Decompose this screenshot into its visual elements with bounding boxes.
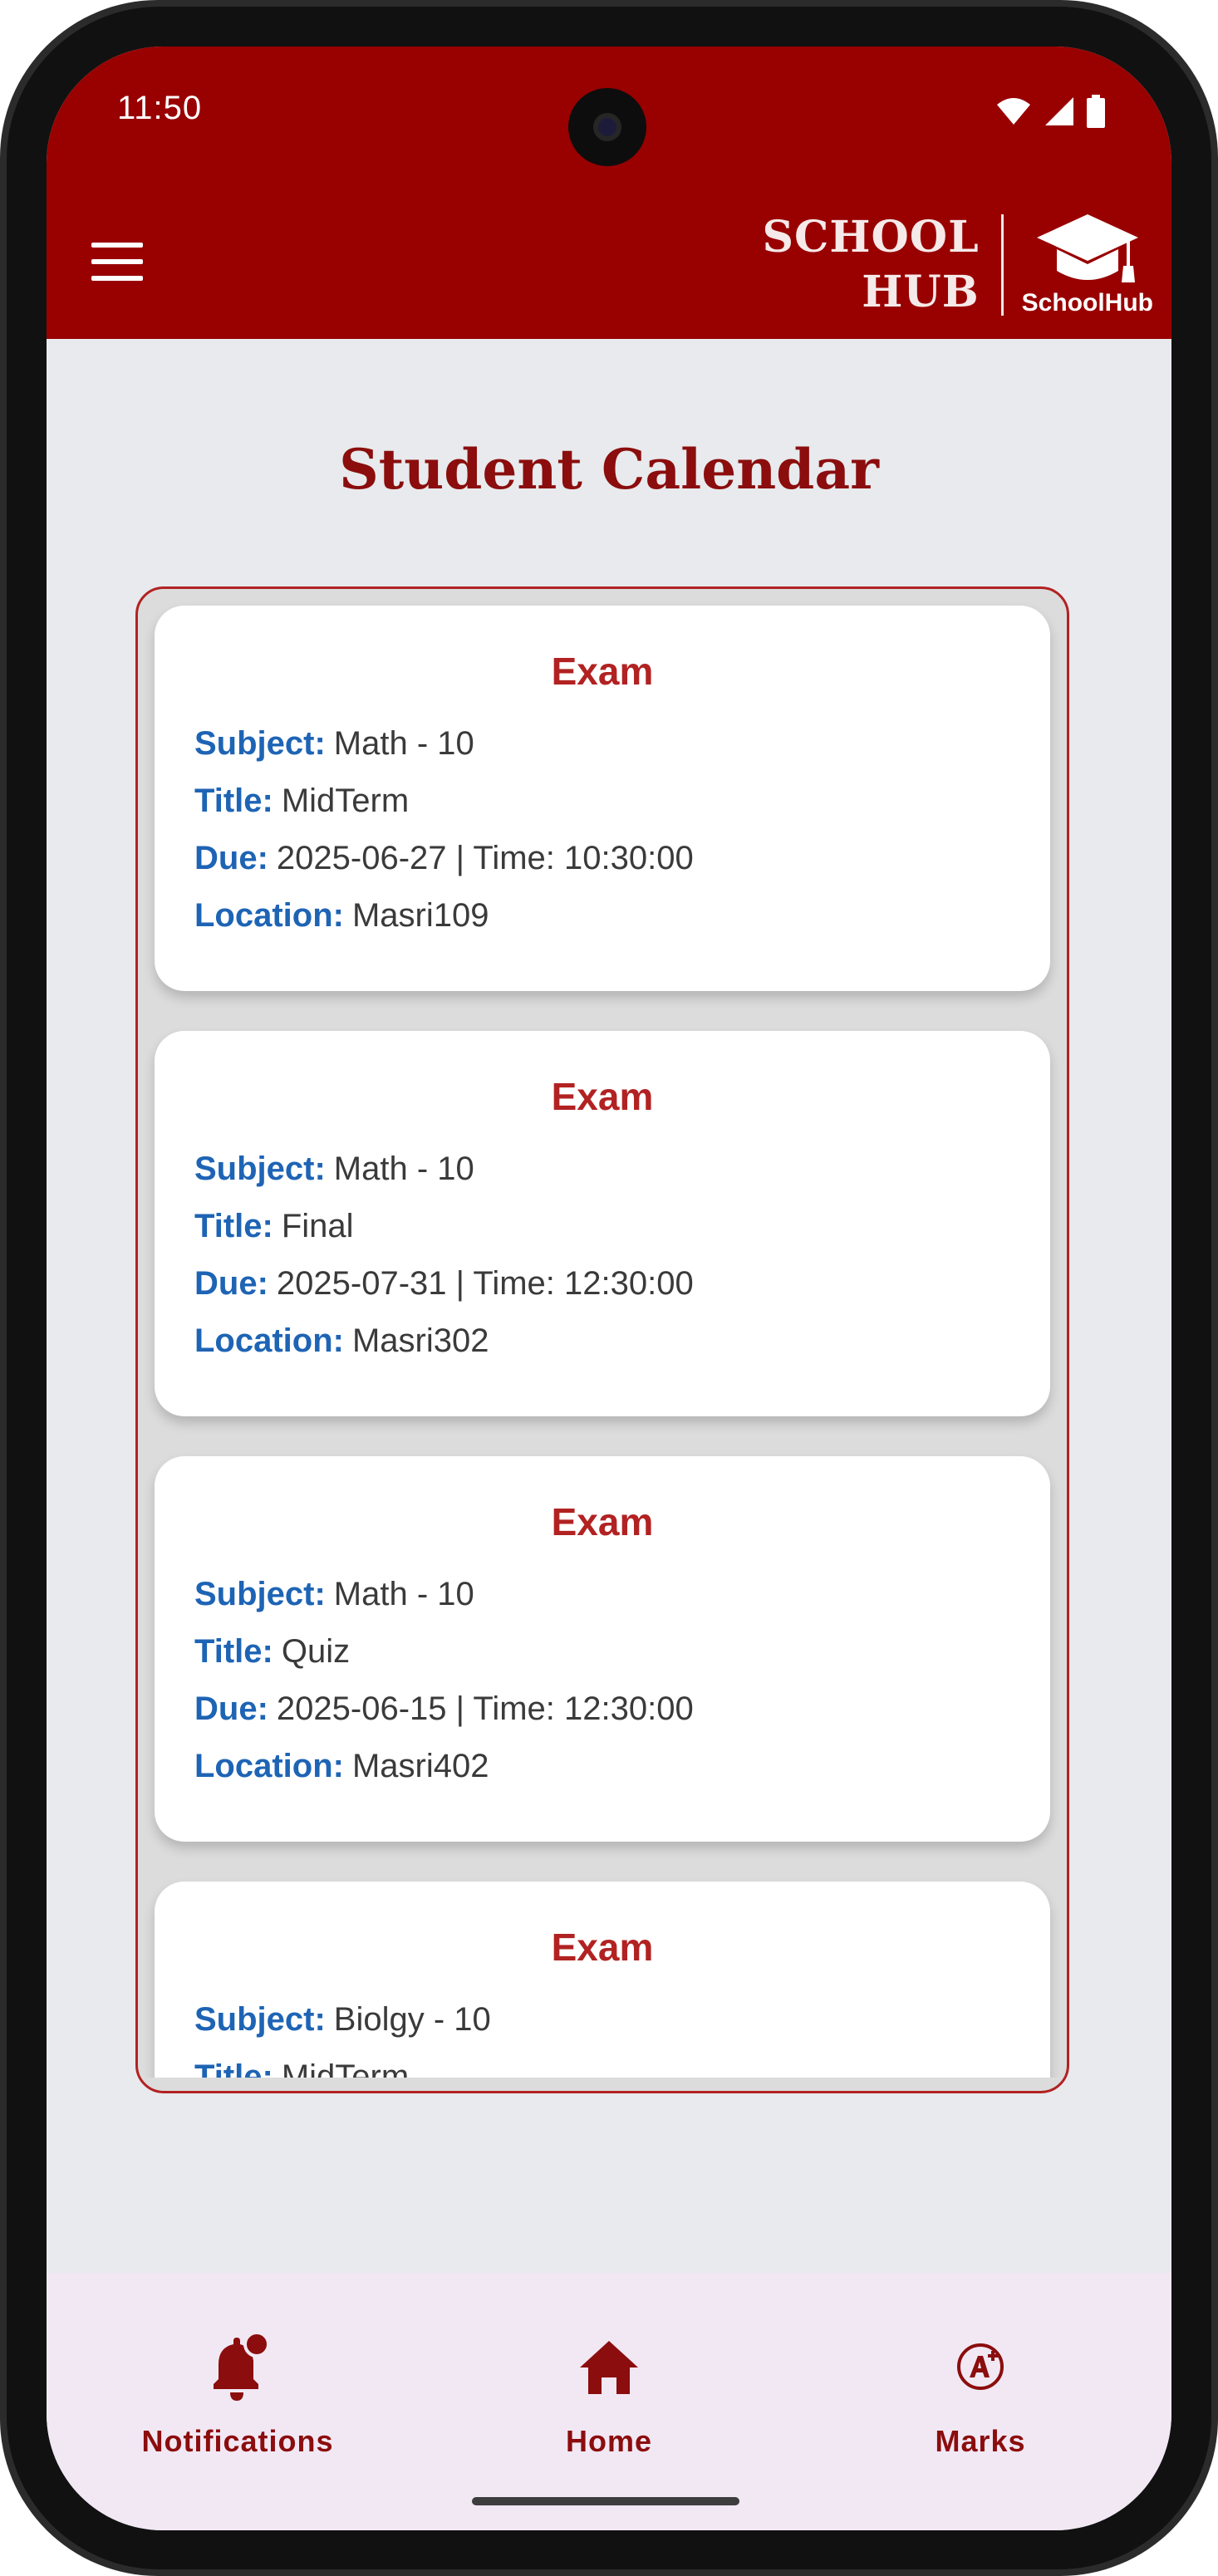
event-due: Due: 2025-06-15 | Time: 12:30:00 bbox=[194, 1690, 694, 1727]
event-title: Title: Quiz bbox=[194, 1633, 351, 1670]
logo-divider bbox=[1000, 214, 1004, 316]
event-due: Due: 2025-06-27 | Time: 10:30:00 bbox=[194, 840, 694, 876]
event-type: Exam bbox=[551, 650, 654, 693]
logo-line2: HUB bbox=[862, 267, 980, 317]
event-location: Location: Masri109 bbox=[194, 897, 489, 934]
event-card[interactable]: Exam Subject: Math - 10 Title: MidTerm Due… bbox=[155, 606, 1050, 991]
gesture-home-indicator[interactable] bbox=[472, 2497, 739, 2505]
app-screen: 11:50 SCHOOL HUB SchoolHub Student Calen… bbox=[47, 47, 1171, 2530]
event-location: Location: Masri402 bbox=[194, 1748, 489, 1784]
event-type: Exam bbox=[551, 1926, 654, 1969]
event-subject: Subject: Math - 10 bbox=[194, 1151, 474, 1187]
status-icons bbox=[995, 93, 1105, 130]
event-title: Title: MidTerm bbox=[194, 783, 410, 819]
nav-notifications-label: Notifications bbox=[141, 2424, 334, 2458]
battery-icon bbox=[1087, 95, 1105, 128]
nav-home[interactable]: Home bbox=[484, 2331, 734, 2459]
event-subject: Subject: Math - 10 bbox=[194, 1576, 474, 1612]
event-title: Title: Final bbox=[194, 1208, 354, 1244]
event-subject: Subject: Math - 10 bbox=[194, 725, 474, 762]
logo-mark: SchoolHub bbox=[1022, 213, 1153, 317]
logo-label: SchoolHub bbox=[1021, 289, 1153, 316]
hamburger-menu-icon[interactable] bbox=[91, 243, 143, 281]
home-icon bbox=[580, 2341, 638, 2394]
event-location: Location: Masri302 bbox=[194, 1322, 489, 1359]
event-title: Title: MidTerm bbox=[194, 2058, 410, 2078]
event-card[interactable]: Exam Subject: Biolgy - 10 Title: MidTerm bbox=[155, 1882, 1050, 2078]
grade-a-plus-icon bbox=[957, 2343, 1004, 2390]
calendar-list[interactable]: Exam Subject: Math - 10 Title: MidTerm Due… bbox=[135, 586, 1069, 2093]
logo-wordmark: SCHOOL HUB bbox=[762, 210, 979, 320]
calendar-scroll-area[interactable]: Exam Subject: Math - 10 Title: MidTerm Due… bbox=[138, 589, 1067, 2078]
app-header: 11:50 SCHOOL HUB SchoolHub bbox=[47, 47, 1171, 339]
notification-bell-badge-icon bbox=[214, 2331, 270, 2401]
event-type: Exam bbox=[551, 1075, 654, 1118]
cellular-signal-icon bbox=[1045, 97, 1073, 125]
schoolhub-logo: SCHOOL HUB SchoolHub bbox=[762, 204, 1153, 326]
nav-notifications[interactable]: Notifications bbox=[113, 2331, 362, 2459]
event-due: Due: 2025-07-31 | Time: 12:30:00 bbox=[194, 1265, 694, 1302]
graduation-cap-icon bbox=[1036, 214, 1138, 282]
nav-home-label: Home bbox=[565, 2424, 653, 2458]
nav-marks-label: Marks bbox=[935, 2424, 1026, 2458]
bottom-navigation: Notifications Home Marks bbox=[47, 2273, 1171, 2530]
logo-line1: SCHOOL bbox=[762, 212, 980, 263]
event-type: Exam bbox=[551, 1500, 654, 1543]
wifi-icon bbox=[997, 98, 1030, 125]
status-time: 11:50 bbox=[117, 90, 203, 126]
event-card[interactable]: Exam Subject: Math - 10 Title: Final Due: 2… bbox=[155, 1031, 1050, 1416]
front-camera bbox=[568, 88, 646, 166]
page-title: Student Calendar bbox=[339, 437, 879, 502]
phone-frame: 11:50 SCHOOL HUB SchoolHub Student Calen… bbox=[0, 0, 1218, 2576]
event-subject: Subject: Biolgy - 10 bbox=[194, 2001, 491, 2038]
event-card[interactable]: Exam Subject: Math - 10 Title: Quiz Due: 20… bbox=[155, 1456, 1050, 1842]
nav-marks[interactable]: Marks bbox=[856, 2331, 1105, 2459]
